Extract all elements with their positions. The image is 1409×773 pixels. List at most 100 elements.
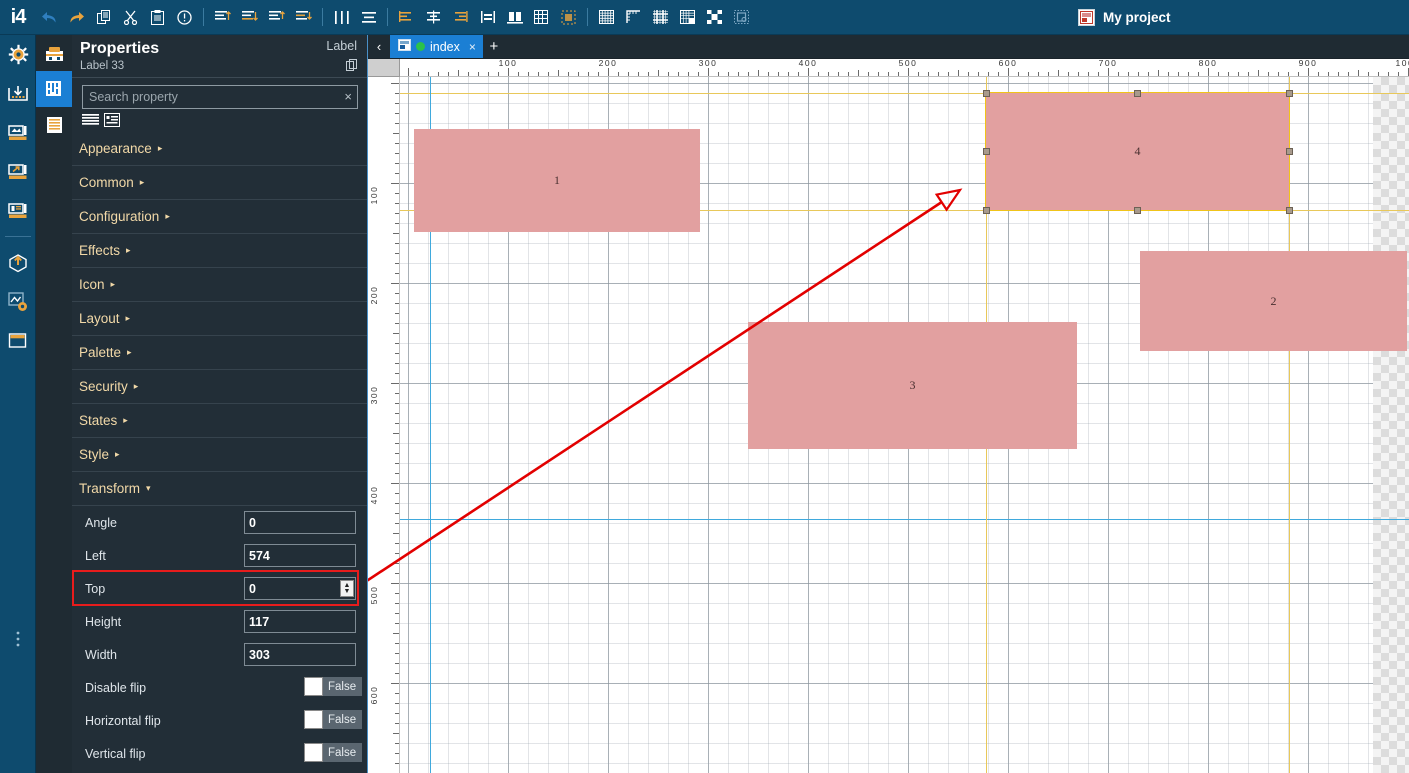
property-group-common[interactable]: Common ▸: [72, 166, 367, 200]
copy-icon[interactable]: [346, 59, 358, 75]
project-indicator[interactable]: My project: [1078, 0, 1171, 35]
align-bottom-icon[interactable]: [236, 0, 263, 35]
ruler-icon[interactable]: [620, 0, 647, 35]
clear-search-icon[interactable]: ×: [344, 88, 352, 106]
vertical-ruler[interactable]: 100 200 300 400 500 600: [368, 77, 400, 773]
sidebar-item-list[interactable]: [0, 191, 36, 230]
same-height-icon[interactable]: [501, 0, 528, 35]
property-toggle-vertical-flip[interactable]: False: [304, 743, 363, 762]
sidebar-item-window[interactable]: [0, 321, 36, 360]
property-group-icon[interactable]: Icon ▸: [72, 268, 367, 302]
checkbox[interactable]: [304, 710, 323, 729]
sidebar-item-settings[interactable]: [0, 35, 36, 74]
align-right-icon[interactable]: [290, 0, 317, 35]
distribute-vertical-icon[interactable]: [355, 0, 382, 35]
ruler-tick: [395, 363, 399, 364]
resize-handle[interactable]: [1285, 148, 1293, 155]
property-toggle-disable-flip[interactable]: False: [304, 677, 363, 696]
spinner-up-down-icon[interactable]: ▲ ▼: [340, 580, 354, 597]
rail-more-button[interactable]: [0, 625, 36, 653]
resize-handle[interactable]: [1134, 89, 1141, 97]
ruler-tick: [658, 70, 659, 76]
ruler-tick: [395, 663, 399, 664]
paste-icon[interactable]: [144, 0, 171, 35]
ruler-tick: [1138, 72, 1139, 76]
tab-scroll-left-icon[interactable]: ‹: [368, 35, 390, 58]
copy-icon[interactable]: [90, 0, 117, 35]
guide-vertical-yellow-b[interactable]: [1289, 77, 1290, 773]
sidebar-item-deploy[interactable]: [0, 243, 36, 282]
sidebar-item-image-settings[interactable]: [0, 282, 36, 321]
grid-settings-icon[interactable]: [674, 0, 701, 35]
tab-index[interactable]: index ×: [390, 35, 483, 58]
ruler-label: 700: [1098, 59, 1118, 68]
same-width-icon[interactable]: [474, 0, 501, 35]
resize-handle[interactable]: [1285, 89, 1293, 97]
resize-handle[interactable]: [1134, 206, 1141, 214]
property-input-angle[interactable]: [244, 511, 356, 534]
snap-object-icon[interactable]: [701, 0, 728, 35]
tab-properties[interactable]: [36, 71, 72, 107]
select-area-icon[interactable]: [728, 0, 755, 35]
snap-grid-icon[interactable]: [647, 0, 674, 35]
resize-handle[interactable]: [1285, 206, 1293, 214]
ruler-tick: [978, 72, 979, 76]
design-canvas[interactable]: 1 4 2 3: [400, 77, 1409, 773]
property-group-effects[interactable]: Effects ▸: [72, 234, 367, 268]
tab-toolbox[interactable]: [36, 35, 72, 71]
shape-3[interactable]: 3: [748, 322, 1077, 449]
same-size-icon[interactable]: [528, 0, 555, 35]
cut-icon[interactable]: [117, 0, 144, 35]
search-box[interactable]: ×: [82, 85, 358, 109]
property-group-layout[interactable]: Layout ▸: [72, 302, 367, 336]
sidebar-item-pages[interactable]: [0, 113, 36, 152]
resize-handle[interactable]: [982, 206, 990, 214]
group-select-icon[interactable]: [555, 0, 582, 35]
shape-2[interactable]: 2: [1140, 251, 1407, 351]
distribute-horizontal-icon[interactable]: [328, 0, 355, 35]
property-input-height[interactable]: [244, 610, 356, 633]
resize-handle[interactable]: [982, 148, 990, 155]
sidebar-item-navigation[interactable]: [0, 152, 36, 191]
property-group-label: Icon: [79, 277, 105, 292]
property-input-width[interactable]: [244, 643, 356, 666]
guide-horizontal-blue[interactable]: [400, 519, 1409, 520]
property-group-states[interactable]: States ▸: [72, 404, 367, 438]
shape-4[interactable]: 4: [985, 92, 1290, 211]
align-left-icon[interactable]: [263, 0, 290, 35]
property-group-palette[interactable]: Palette ▸: [72, 336, 367, 370]
align-text-center-icon[interactable]: [420, 0, 447, 35]
resize-handle[interactable]: [982, 89, 990, 97]
list-view-icon[interactable]: [82, 113, 99, 128]
grid-icon[interactable]: [593, 0, 620, 35]
property-group-configuration[interactable]: Configuration ▸: [72, 200, 367, 234]
horizontal-ruler[interactable]: 100 200 300 400 500 600 700 800 900 1000: [400, 59, 1409, 77]
align-text-right-icon[interactable]: [447, 0, 474, 35]
info-icon[interactable]: [171, 0, 198, 35]
ruler-corner[interactable]: [368, 59, 400, 77]
property-group-security[interactable]: Security ▸: [72, 370, 367, 404]
align-top-icon[interactable]: [209, 0, 236, 35]
ruler-tick: [478, 72, 479, 76]
property-group-transform[interactable]: Transform ▾: [72, 472, 367, 506]
tab-structure[interactable]: [36, 107, 72, 143]
checkbox[interactable]: [304, 677, 323, 696]
detail-view-icon[interactable]: [104, 113, 121, 128]
shape-1[interactable]: 1: [414, 129, 700, 232]
undo-icon[interactable]: [36, 0, 63, 35]
sidebar-item-import[interactable]: [0, 74, 36, 113]
property-toggle-horizontal-flip[interactable]: False: [304, 710, 363, 729]
property-input-left[interactable]: [244, 544, 356, 567]
property-group-appearance[interactable]: Appearance ▸: [72, 132, 367, 166]
align-text-left-icon[interactable]: [393, 0, 420, 35]
redo-icon[interactable]: [63, 0, 90, 35]
add-tab-button[interactable]: +: [483, 35, 505, 58]
ruler-tick: [898, 72, 899, 76]
checkbox[interactable]: [304, 743, 323, 762]
property-group-label: Common: [79, 175, 134, 190]
search-input[interactable]: [83, 86, 357, 108]
property-group-style[interactable]: Style ▸: [72, 438, 367, 472]
close-icon[interactable]: ×: [469, 40, 476, 54]
ruler-tick: [395, 573, 399, 574]
properties-panel-header: Properties Label 33 Label: [72, 35, 367, 78]
